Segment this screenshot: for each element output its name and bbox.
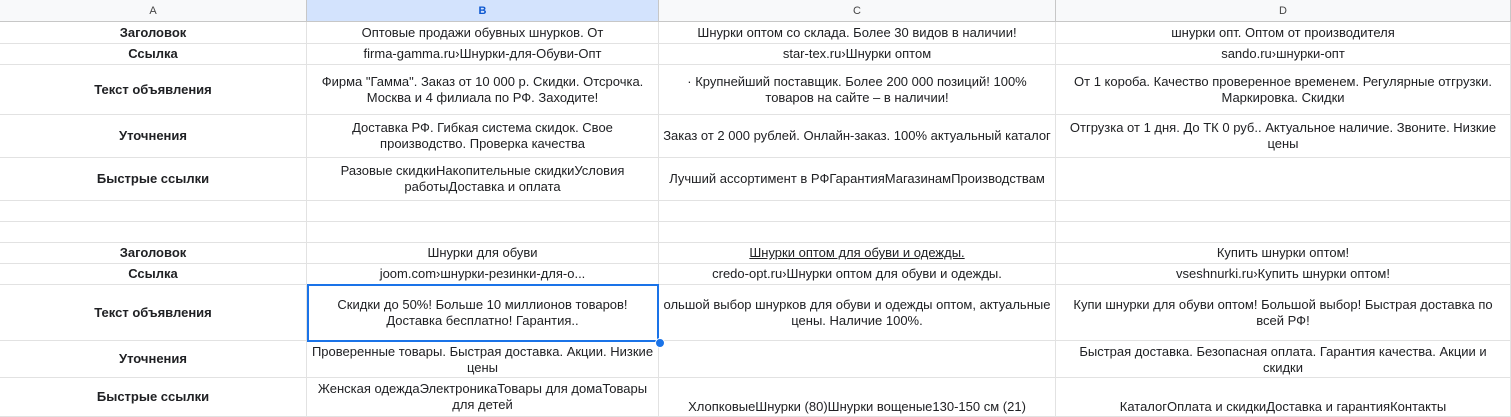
cell-ad-text-selected[interactable]: Скидки до 50%! Больше 10 миллионов товар…	[307, 285, 659, 341]
row-label-callouts[interactable]: Уточнения	[0, 341, 307, 378]
cell-ad-text[interactable]: Купи шнурки для обуви оптом! Большой выб…	[1056, 285, 1511, 341]
cell-headline[interactable]: Шнурки оптом со склада. Более 30 видов в…	[659, 22, 1056, 44]
cell-headline[interactable]: Шнурки для обуви	[307, 243, 659, 264]
cell-headline[interactable]: шнурки опт. Оптом от производителя	[1056, 22, 1511, 44]
row-label-link[interactable]: Ссылка	[0, 264, 307, 285]
empty-cell[interactable]	[1056, 222, 1511, 243]
cell-ad-text[interactable]: · Крупнейший поставщик. Более 200 000 по…	[659, 65, 1056, 115]
empty-cell[interactable]	[307, 222, 659, 243]
cell-link[interactable]: joom.com›шнурки-резинки-для-о...	[307, 264, 659, 285]
cell-headline[interactable]: Купить шнурки оптом!	[1056, 243, 1511, 264]
cell-sitelinks[interactable]: Лучший ассортимент в РФГарантияМагазинам…	[659, 158, 1056, 201]
cell-link[interactable]: star-tex.ru›Шнурки оптом	[659, 44, 1056, 65]
cell-sitelinks[interactable]: ХлопковыеШнурки (80)Шнурки вощеные130-15…	[659, 378, 1056, 417]
cell-callouts[interactable]: Проверенные товары. Быстрая доставка. Ак…	[307, 341, 659, 378]
fill-handle[interactable]	[655, 338, 665, 348]
empty-cell[interactable]	[307, 201, 659, 222]
cell-sitelinks[interactable]	[1056, 158, 1511, 201]
column-header-b[interactable]: B	[307, 0, 659, 22]
column-header-c[interactable]: C	[659, 0, 1056, 22]
empty-cell[interactable]	[659, 222, 1056, 243]
row-label-ad-text[interactable]: Текст объявления	[0, 65, 307, 115]
cell-sitelinks[interactable]: Разовые скидкиНакопительные скидкиУслови…	[307, 158, 659, 201]
empty-cell[interactable]	[0, 222, 307, 243]
cell-ad-text[interactable]: ольшой выбор шнурков для обуви и одежды …	[659, 285, 1056, 341]
cell-ad-text[interactable]: Фирма "Гамма". Заказ от 10 000 р. Скидки…	[307, 65, 659, 115]
headline-link-text[interactable]: Шнурки оптом для обуви и одежды.	[749, 245, 964, 261]
row-label-sitelinks[interactable]: Быстрые ссылки	[0, 158, 307, 201]
cell-ad-text[interactable]: От 1 короба. Качество проверенное времен…	[1056, 65, 1511, 115]
column-header-a[interactable]: A	[0, 0, 307, 22]
row-label-headline[interactable]: Заголовок	[0, 243, 307, 264]
cell-sitelinks[interactable]: Женская одеждаЭлектроникаТовары для дома…	[307, 378, 659, 417]
cell-callouts[interactable]: Доставка РФ. Гибкая система скидок. Свое…	[307, 115, 659, 158]
cell-callouts[interactable]	[659, 341, 1056, 378]
cell-callouts[interactable]: Отгрузка от 1 дня. До ТК 0 руб.. Актуаль…	[1056, 115, 1511, 158]
row-label-headline[interactable]: Заголовок	[0, 22, 307, 44]
cell-callouts[interactable]: Заказ от 2 000 рублей. Онлайн-заказ. 100…	[659, 115, 1056, 158]
cell-sitelinks[interactable]: КаталогОплата и скидкиДоставка и гаранти…	[1056, 378, 1511, 417]
cell-headline[interactable]: Шнурки оптом для обуви и одежды.	[659, 243, 1056, 264]
column-header-d[interactable]: D	[1056, 0, 1511, 22]
cell-link[interactable]: firma-gamma.ru›Шнурки-для-Обуви-Опт	[307, 44, 659, 65]
row-label-callouts[interactable]: Уточнения	[0, 115, 307, 158]
cell-link[interactable]: sando.ru›шнурки-опт	[1056, 44, 1511, 65]
spreadsheet-grid: A B C D Заголовок Оптовые продажи обувны…	[0, 0, 1511, 417]
row-label-link[interactable]: Ссылка	[0, 44, 307, 65]
row-label-ad-text[interactable]: Текст объявления	[0, 285, 307, 341]
cell-callouts[interactable]: Быстрая доставка. Безопасная оплата. Гар…	[1056, 341, 1511, 378]
empty-cell[interactable]	[659, 201, 1056, 222]
cell-headline[interactable]: Оптовые продажи обувных шнурков. От	[307, 22, 659, 44]
empty-cell[interactable]	[0, 201, 307, 222]
row-label-sitelinks[interactable]: Быстрые ссылки	[0, 378, 307, 417]
cell-link[interactable]: vseshnurki.ru›Купить шнурки оптом!	[1056, 264, 1511, 285]
empty-cell[interactable]	[1056, 201, 1511, 222]
cell-link[interactable]: credo-opt.ru›Шнурки оптом для обуви и од…	[659, 264, 1056, 285]
